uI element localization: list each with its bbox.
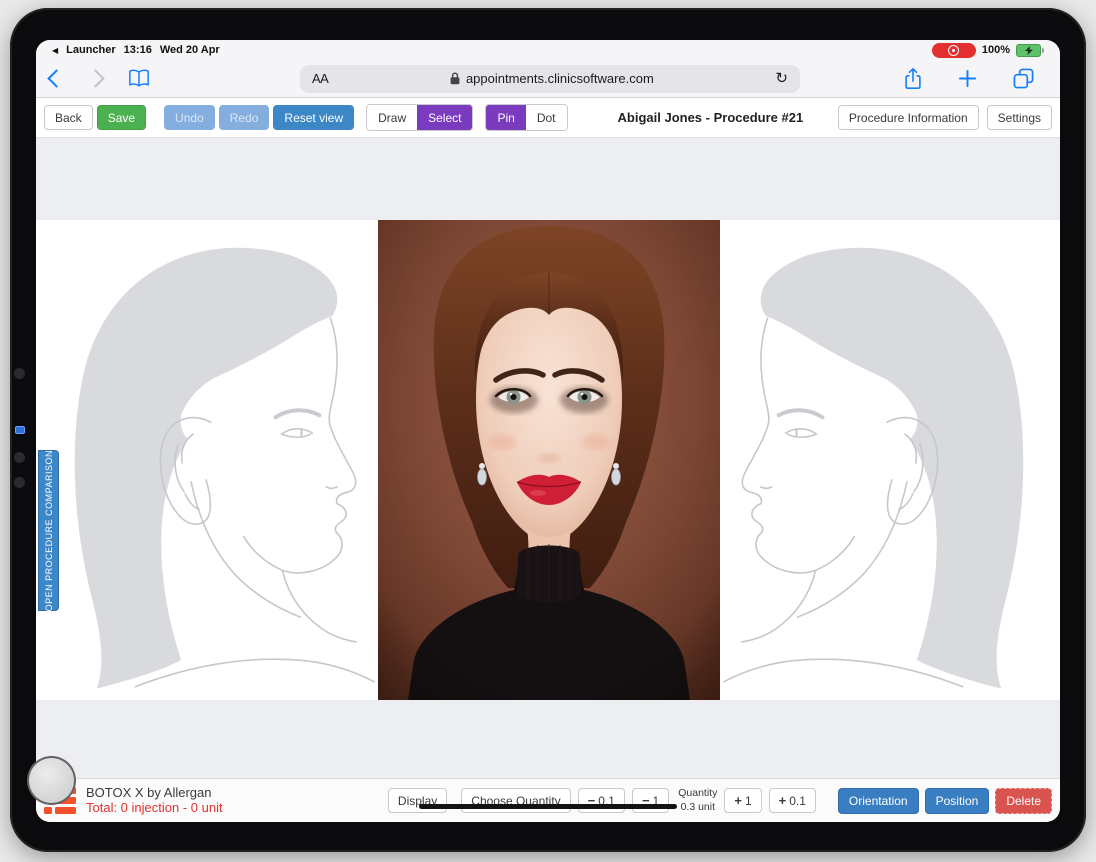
plus-icon: + — [779, 793, 787, 808]
screen: ◀ Launcher 13:16 Wed 20 Apr 100% — [36, 40, 1060, 822]
reset-view-button[interactable]: Reset view — [273, 105, 354, 130]
minus-0.1-button[interactable]: − 0.1 — [578, 788, 625, 813]
back-to-app-label[interactable]: Launcher — [66, 44, 116, 56]
plus-1-button[interactable]: + 1 — [724, 788, 761, 813]
pin-dot-segment: Pin Dot — [485, 104, 567, 131]
procedure-toolbar: Back Save Undo Redo Reset view Draw Sele… — [36, 98, 1060, 138]
touch-cursor — [27, 756, 76, 805]
home-indicator[interactable] — [419, 804, 677, 809]
choose-quantity-button[interactable]: Choose Quantity — [461, 788, 570, 813]
tabs-icon[interactable] — [1013, 68, 1034, 89]
redo-button[interactable]: Redo — [219, 105, 270, 130]
plus-0.1-button[interactable]: + 0.1 — [769, 788, 816, 813]
battery-icon — [1016, 44, 1044, 57]
quantity-readout: Quantity 0.3 unit — [678, 787, 717, 813]
bookmarks-icon[interactable] — [128, 69, 150, 88]
reader-button[interactable]: AA — [312, 71, 328, 86]
url-text: appointments.clinicsoftware.com — [466, 71, 654, 86]
procedure-information-button[interactable]: Procedure Information — [838, 105, 979, 130]
orientation-button[interactable]: Orientation — [838, 788, 919, 814]
address-bar[interactable]: AA appointments.clinicsoftware.com ↻ — [300, 65, 800, 93]
plus-icon: + — [734, 793, 742, 808]
screen-recording-indicator[interactable] — [932, 43, 976, 58]
bezel-pencil-indicator — [15, 426, 25, 434]
injection-total: Total: 0 injection - 0 unit — [86, 801, 223, 816]
share-icon[interactable] — [904, 67, 922, 90]
draw-tab[interactable]: Draw — [367, 105, 417, 130]
forward-icon[interactable] — [86, 69, 104, 87]
procedure-stage — [36, 138, 1060, 778]
status-time: 13:16 — [124, 44, 152, 56]
new-tab-icon[interactable] — [958, 69, 977, 88]
quantity-value: 0.3 unit — [678, 801, 717, 814]
display-button[interactable]: Display — [388, 788, 447, 813]
back-icon[interactable] — [47, 69, 65, 87]
draw-select-segment: Draw Select — [366, 104, 473, 131]
pin-tab[interactable]: Pin — [486, 105, 525, 130]
settings-button[interactable]: Settings — [987, 105, 1052, 130]
page: ◀ Launcher 13:16 Wed 20 Apr 100% — [0, 0, 1096, 862]
dot-tab[interactable]: Dot — [526, 105, 567, 130]
open-procedure-comparison-tab[interactable]: OPEN PROCEDURE COMPARISON — [38, 450, 59, 611]
comparison-tab-label: OPEN PROCEDURE COMPARISON — [44, 450, 54, 611]
back-button[interactable]: Back — [44, 105, 93, 130]
face-profile-diagram-right[interactable] — [720, 220, 1058, 700]
quantity-label: Quantity — [678, 787, 717, 800]
lock-icon — [450, 72, 460, 85]
status-date: Wed 20 Apr — [160, 44, 220, 56]
battery-percent: 100% — [982, 44, 1010, 56]
refresh-icon[interactable]: ↻ — [775, 71, 788, 86]
record-icon — [948, 45, 959, 56]
minus-1-button[interactable]: − 1 — [632, 788, 669, 813]
back-to-app-icon[interactable]: ◀ — [52, 46, 58, 55]
bezel-speaker-dot — [14, 477, 25, 488]
face-profile-diagram-left[interactable] — [40, 220, 378, 700]
save-button[interactable]: Save — [97, 105, 146, 130]
bezel-speaker-dot — [14, 452, 25, 463]
annotation-canvas[interactable] — [36, 220, 1060, 700]
product-name: BOTOX X by Allergan — [86, 786, 223, 801]
browser-toolbar: AA appointments.clinicsoftware.com ↻ — [36, 60, 1060, 98]
delete-button[interactable]: Delete — [995, 788, 1052, 814]
charging-bolt-icon — [1025, 46, 1033, 55]
select-tab[interactable]: Select — [417, 105, 472, 130]
bezel-speaker-dot — [14, 368, 25, 379]
status-bar: ◀ Launcher 13:16 Wed 20 Apr 100% — [36, 40, 1060, 60]
product-bar: BOTOX X by Allergan Total: 0 injection -… — [36, 778, 1060, 822]
undo-button[interactable]: Undo — [164, 105, 215, 130]
procedure-title: Abigail Jones - Procedure #21 — [618, 110, 834, 125]
ipad-device: ◀ Launcher 13:16 Wed 20 Apr 100% — [10, 8, 1086, 852]
patient-photo[interactable] — [378, 220, 720, 700]
position-button[interactable]: Position — [925, 788, 990, 814]
